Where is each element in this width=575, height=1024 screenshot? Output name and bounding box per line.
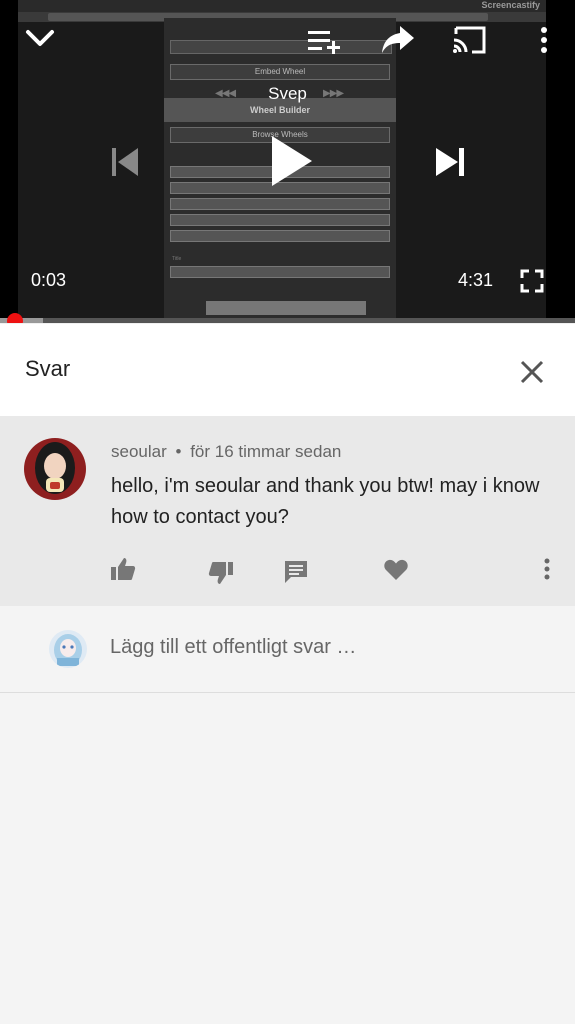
recorded-choice-row [170,214,390,226]
reply-input[interactable]: Lägg till ett offentligt svar … [110,636,510,659]
recorded-share-bar [170,40,392,54]
reply-comment-icon[interactable] [283,559,309,585]
add-reply-row[interactable]: Lägg till ett offentligt svar … [0,606,575,693]
current-time: 0:03 [31,270,67,290]
video-player[interactable]: Screencastify Embed Wheel Wheel Builder … [0,0,575,323]
recorded-browser-tabs [18,0,546,12]
swipe-hint-label: Svep [268,84,307,103]
recorded-title-label: Title [172,256,182,262]
previous-track-icon[interactable] [110,146,140,178]
recorded-title-field [170,266,390,278]
swipe-right-arrows-icon: ▶▶▶ [323,88,344,99]
recorded-choice-row [170,230,390,242]
more-options-icon[interactable] [536,26,552,54]
close-icon[interactable] [514,354,550,390]
add-to-playlist-icon[interactable] [306,28,342,54]
comment-more-icon[interactable] [540,556,554,582]
total-duration: 4:31 [458,270,494,290]
reply-panel-header: Svar [0,324,575,416]
play-icon[interactable] [268,134,314,188]
recorded-embed-wheel-button: Embed Wheel [170,64,390,80]
recorded-choice-row [170,198,390,210]
comment-text: hello, i'm seoular and thank you btw! ma… [111,475,540,528]
user-avatar [49,630,87,668]
dislike-icon[interactable] [208,560,234,586]
comment-time: för 16 timmar sedan [190,442,342,461]
fullscreen-icon[interactable] [520,269,544,293]
commenter-avatar[interactable] [24,438,86,500]
comment-author[interactable]: seoular [111,442,167,461]
minimize-chevron-icon[interactable] [24,24,56,52]
next-track-icon[interactable] [434,146,466,178]
like-icon[interactable] [110,556,136,582]
panel-title: Svar [25,356,71,381]
meta-separator: • [175,442,182,461]
screencastify-watermark: Screencastify [481,0,540,10]
heart-icon[interactable] [383,557,409,583]
comment: seoular • för 16 timmar sedan hello, i'm… [0,416,575,606]
progress-bar[interactable] [0,318,575,323]
recorded-popup [206,301,366,315]
comment-meta: seoular • för 16 timmar sedan [111,442,341,462]
cast-icon[interactable] [452,24,488,56]
share-icon[interactable] [380,24,416,56]
